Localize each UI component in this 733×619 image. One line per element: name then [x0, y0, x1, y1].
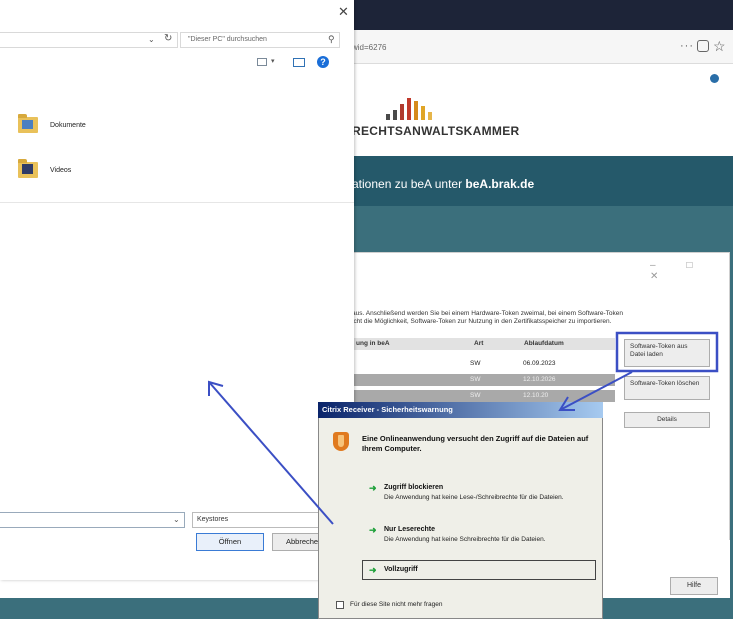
- organization-name: RECHTSANWALTSKAMMER: [352, 124, 520, 138]
- option-description: Die Anwendung hat keine Lese-/Schreibrec…: [384, 494, 564, 501]
- cell-art: SW: [470, 392, 481, 399]
- cell-art: SW: [470, 376, 481, 383]
- preview-pane-icon[interactable]: [293, 58, 305, 67]
- cell-date: 06.09.2023: [523, 360, 556, 367]
- arrow-right-icon: ➜: [369, 565, 377, 575]
- search-placeholder: "Dieser PC" durchsuchen: [188, 36, 267, 43]
- banner-prefix: ationen zu beA unter: [352, 177, 466, 191]
- option-description: Die Anwendung hat keine Schreibrechte fü…: [384, 536, 546, 543]
- dialog-title: Citrix Receiver - Sicherheitswarnung: [318, 402, 603, 418]
- view-options-icon[interactable]: [257, 58, 267, 66]
- dont-ask-checkbox[interactable]: [336, 601, 344, 609]
- help-icon[interactable]: ?: [317, 56, 329, 68]
- page-actions-menu-icon[interactable]: ···: [680, 40, 694, 52]
- divider: [0, 202, 354, 203]
- column-header[interactable]: Ablaufdatum: [524, 340, 564, 352]
- column-header[interactable]: Art: [474, 340, 483, 352]
- table-row[interactable]: SW 06.09.2023: [350, 358, 615, 370]
- address-url[interactable]: wid=6276: [352, 43, 386, 52]
- help-button[interactable]: Hilfe: [670, 577, 718, 595]
- browser-address-bar[interactable]: [330, 30, 733, 64]
- cell-date: 12.10.2026: [523, 376, 556, 383]
- search-icon[interactable]: ⚲: [328, 34, 335, 45]
- load-software-token-button[interactable]: Software-Token aus Datei laden: [624, 339, 710, 367]
- window-controls[interactable]: – □ ✕: [650, 260, 733, 282]
- cell-date: 12.10.20: [523, 392, 549, 399]
- option-read-only[interactable]: Nur Leserechte: [384, 526, 435, 533]
- file-open-dialog: [0, 0, 354, 580]
- cell-art: SW: [470, 360, 481, 367]
- shield-warning-icon: [333, 432, 349, 451]
- browser-tab-bar: [330, 0, 733, 30]
- open-button[interactable]: Öffnen: [196, 533, 264, 551]
- chevron-down-icon[interactable]: ▾: [271, 57, 275, 65]
- option-full-access[interactable]: Vollzugriff: [384, 566, 418, 573]
- refresh-icon[interactable]: ↻: [164, 33, 172, 44]
- videos-icon: [22, 164, 33, 174]
- table-row[interactable]: SW 12.10.2026: [350, 374, 615, 386]
- dont-ask-label: Für diese Site nicht mehr fragen: [350, 601, 443, 608]
- banner-text: ationen zu beA unter beA.brak.de: [352, 177, 534, 191]
- details-button[interactable]: Details: [624, 412, 710, 428]
- option-block-access[interactable]: Zugriff blockieren: [384, 484, 443, 491]
- warning-heading: Eine Onlineanwendung versucht den Zugrif…: [362, 434, 589, 453]
- bookmark-star-icon[interactable]: ☆: [713, 38, 726, 55]
- banner-link[interactable]: beA.brak.de: [465, 177, 534, 191]
- filename-input[interactable]: [0, 512, 185, 528]
- folder-name[interactable]: Videos: [50, 167, 71, 174]
- info-dot-icon: [710, 74, 719, 83]
- arrow-right-icon: ➜: [369, 525, 377, 535]
- table-row[interactable]: SW 12.10.20: [350, 390, 615, 402]
- file-type-value: Keystores: [197, 516, 229, 523]
- pocket-icon[interactable]: [697, 40, 709, 52]
- close-icon[interactable]: ✕: [338, 4, 349, 20]
- brak-logo: [386, 98, 432, 120]
- chevron-down-icon[interactable]: ⌄: [173, 515, 180, 524]
- delete-software-token-button[interactable]: Software-Token löschen: [624, 376, 710, 400]
- folder-name[interactable]: Dokumente: [50, 122, 86, 129]
- arrow-right-icon: ➜: [369, 483, 377, 493]
- documents-icon: [22, 120, 33, 129]
- chevron-down-icon[interactable]: ⌄: [148, 35, 155, 44]
- column-header[interactable]: ung in beA: [356, 340, 390, 352]
- token-description: aus. Anschließend werden Sie bei einem H…: [352, 310, 623, 325]
